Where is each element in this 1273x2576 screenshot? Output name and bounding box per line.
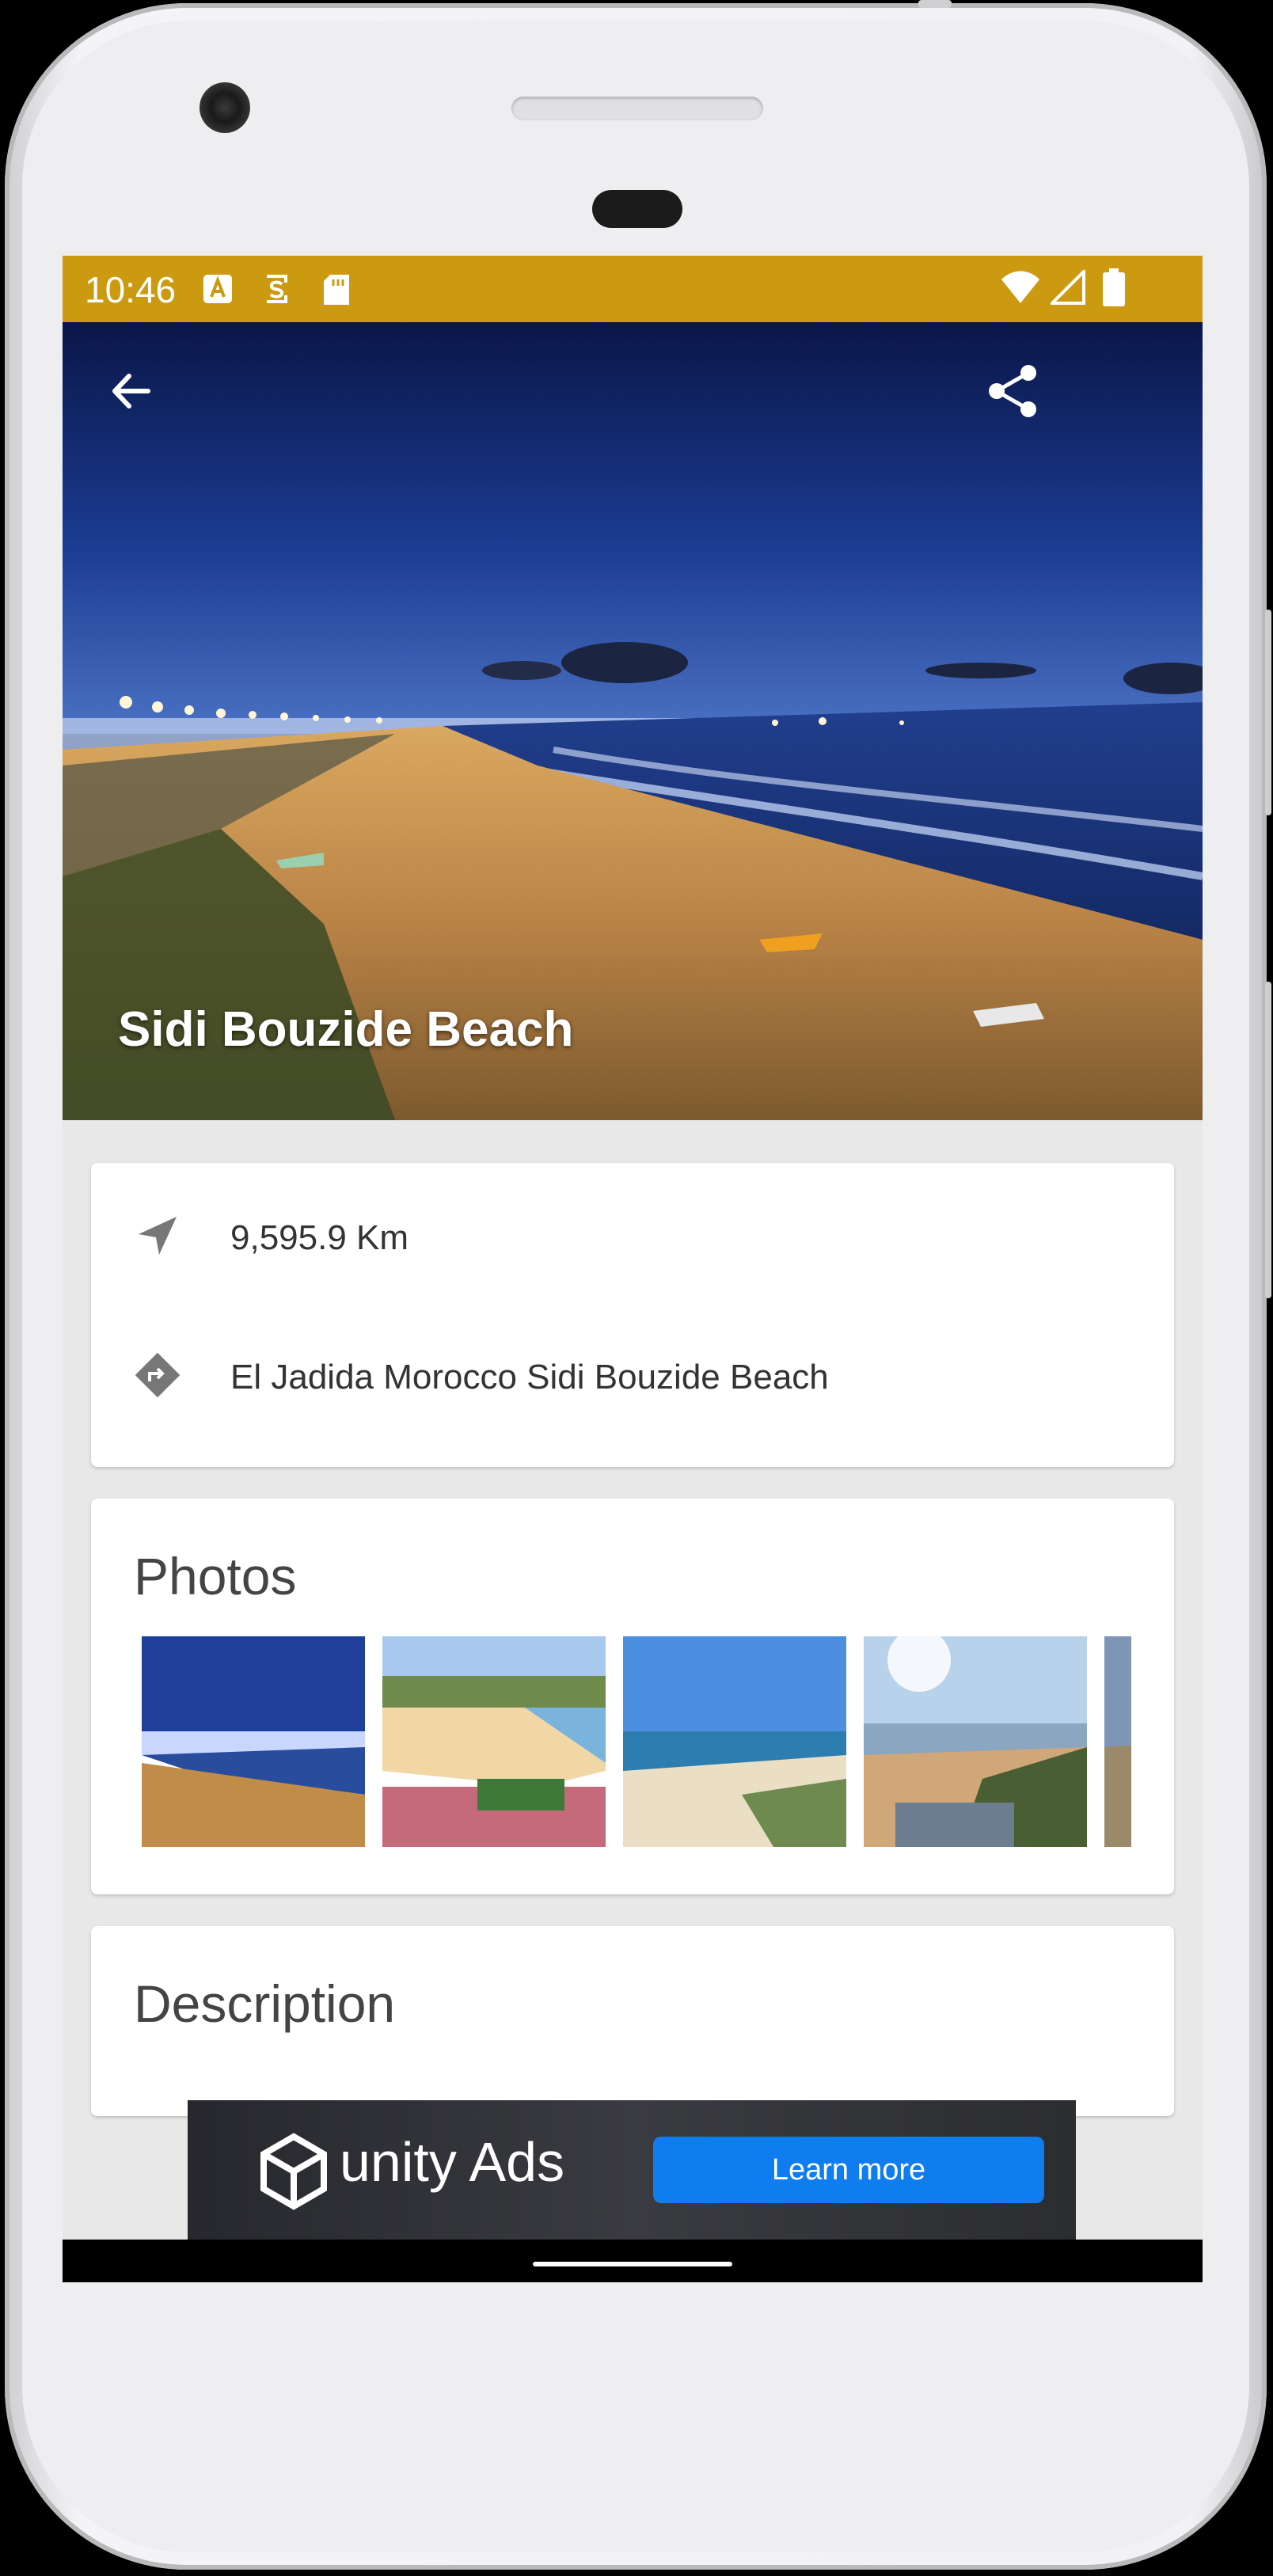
distance-row: 9,595.9 Km — [91, 1187, 1174, 1282]
home-gesture-handle[interactable] — [533, 2262, 732, 2266]
learn-more-button[interactable]: Learn more — [653, 2137, 1044, 2203]
share-button[interactable] — [978, 355, 1049, 427]
photos-title: Photos — [134, 1547, 297, 1605]
beach-night-scene — [63, 322, 1203, 1120]
beach-shore-photo[interactable] — [623, 1636, 846, 1847]
top-button — [918, 0, 952, 8]
beach-partial-photo[interactable] — [1104, 1636, 1131, 1847]
wifi-icon — [1001, 271, 1039, 303]
photos-carousel[interactable] — [142, 1636, 1131, 1847]
status-bar: 10:46 — [63, 256, 1203, 322]
front-camera — [200, 82, 250, 133]
description-title: Description — [134, 1974, 396, 2033]
description-card: Description — [91, 1926, 1174, 2116]
proximity-sensor — [592, 190, 682, 228]
info-card: 9,595.9 Km El Jadida Morocco Sidi Bouzid… — [91, 1163, 1174, 1467]
navigation-arrow-icon — [139, 1217, 177, 1255]
sd-card-icon — [324, 275, 349, 305]
ad-brand: unity Ads — [340, 2131, 565, 2193]
back-button[interactable] — [96, 355, 167, 427]
app-screen: 10:46 Sidi Bouzide Beach 9,595.9 Km El J… — [63, 256, 1203, 2282]
signal-icon — [1051, 270, 1085, 305]
address-row[interactable]: El Jadida Morocco Sidi Bouzide Beach — [91, 1326, 1174, 1421]
distance-text: 9,595.9 Km — [230, 1218, 409, 1257]
unity-logo-icon — [260, 2133, 327, 2210]
directions-icon — [135, 1352, 180, 1398]
beach-day-photo[interactable] — [382, 1636, 606, 1847]
status-time: 10:46 — [85, 269, 177, 310]
volume-button — [1265, 610, 1271, 815]
beach-sunny-photo[interactable] — [864, 1636, 1087, 1847]
hero-image: Sidi Bouzide Beach — [63, 322, 1203, 1120]
beach-night-photo[interactable] — [142, 1636, 365, 1847]
place-title: Sidi Bouzide Beach — [118, 1002, 574, 1057]
battery-icon — [1103, 268, 1125, 306]
earpiece-speaker — [511, 97, 763, 120]
photos-card: Photos — [91, 1499, 1174, 1894]
s-notification-icon — [267, 275, 287, 303]
navigation-bar — [63, 2240, 1203, 2282]
address-text: El Jadida Morocco Sidi Bouzide Beach — [230, 1358, 829, 1396]
ad-banner[interactable]: unity Ads Learn more — [188, 2100, 1076, 2240]
a-notification-icon — [203, 275, 232, 303]
power-button — [1265, 982, 1271, 1298]
